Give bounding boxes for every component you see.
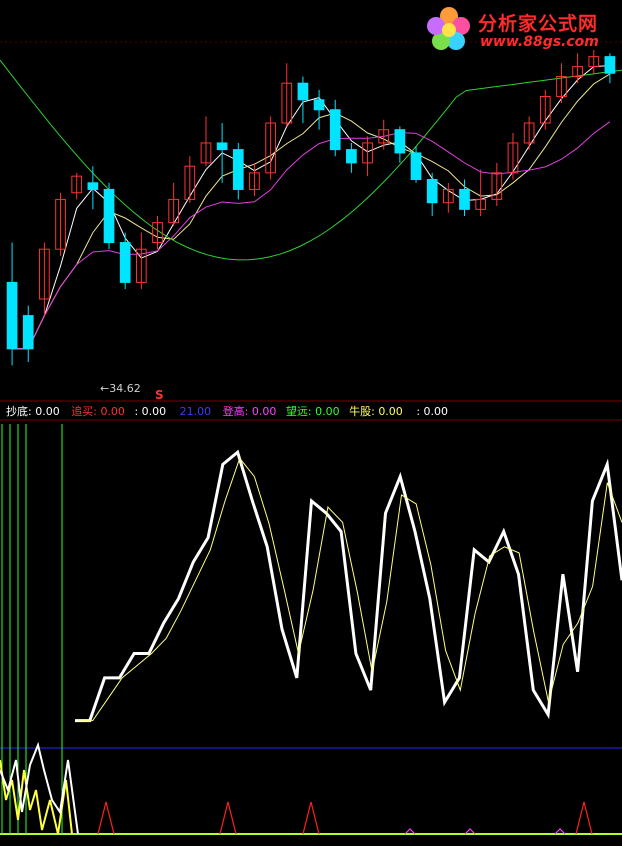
candle-down: [103, 188, 115, 244]
signal-triangle: [97, 801, 115, 835]
indicator-legend: 抄底: 0.00 追买: 0.00 : 0.00 21.00 登高: 0.00 …: [6, 403, 448, 419]
legend-item-niugu: 牛股: 0.00: [349, 405, 403, 418]
candle-down: [394, 129, 406, 154]
ma-mid-line: [12, 73, 611, 350]
yellow-wave: [0, 759, 73, 835]
candle-down: [232, 149, 244, 190]
candle-down: [87, 182, 99, 190]
legend-item-wangyuan: 望远: 0.00: [285, 405, 340, 418]
candle-down: [459, 188, 470, 210]
signal-triangle: [575, 801, 593, 835]
chart-canvas: [0, 41, 622, 835]
ma-long-line: [12, 121, 611, 350]
candle-down: [119, 242, 131, 283]
ma-short-line: [12, 64, 610, 350]
candle-down: [426, 178, 438, 204]
candle-down: [216, 142, 228, 151]
logo-title: 分析家公式网: [478, 13, 599, 35]
legend-item-zhuimai: 追买: 0.00: [71, 405, 125, 418]
legend-item-blank: : 0.00: [134, 405, 167, 418]
legend-item-denggao: 登高: 0.00: [222, 405, 277, 418]
candle-down: [22, 315, 34, 350]
candle-down: [297, 82, 309, 101]
oscillator-lines: [0, 424, 622, 835]
signal-triangle: [302, 801, 320, 835]
price-grid: [0, 41, 622, 421]
candle-down: [6, 281, 18, 350]
logo-url: www.88gs.com: [480, 34, 599, 50]
legend-item-ref: 21.00: [179, 405, 212, 418]
oscillator-signal-line: [78, 457, 622, 722]
ma-longer-line: [0, 59, 622, 261]
candle-down: [604, 56, 616, 74]
candle-down: [313, 99, 325, 111]
legend-item-chaodi: 抄底: 0.00: [6, 405, 60, 418]
signal-markers: [97, 801, 593, 835]
legend-item-blank2: : 0.00: [416, 405, 449, 418]
oscillator-main-line: [75, 449, 622, 723]
signal-triangle: [219, 801, 237, 835]
logo-flower-icon: [424, 4, 474, 54]
candle-down: [329, 109, 341, 151]
low-price-label: ←34.62: [100, 382, 141, 395]
candle-down: [410, 152, 422, 180]
candle-down: [346, 149, 357, 164]
signal-mark: S: [155, 388, 164, 402]
candlesticks: [6, 50, 616, 366]
